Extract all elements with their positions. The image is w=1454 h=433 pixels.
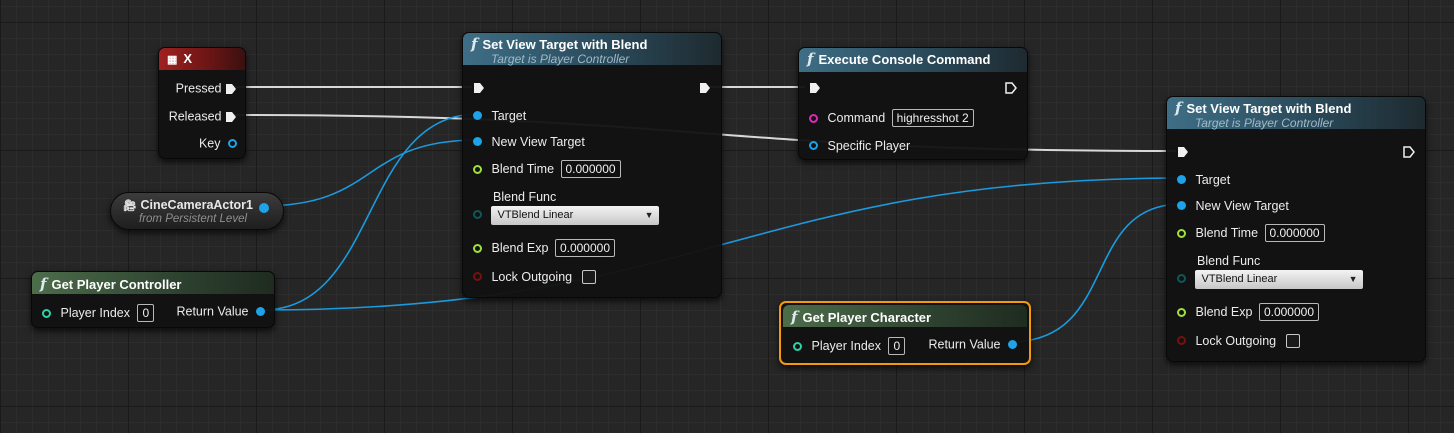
object-in-pin[interactable] bbox=[809, 141, 818, 151]
exec-out-icon[interactable] bbox=[225, 111, 237, 123]
enum-pin-icon[interactable] bbox=[1177, 274, 1186, 284]
key-pin[interactable]: Key bbox=[199, 136, 237, 151]
blend-func-pin[interactable]: VTBlend Linear ▼ bbox=[473, 206, 660, 225]
blend-exp-input[interactable]: 0.000000 bbox=[1258, 303, 1320, 321]
float-pin-icon[interactable] bbox=[473, 164, 482, 174]
chevron-down-icon: ▼ bbox=[1348, 274, 1358, 284]
exec-out-icon[interactable] bbox=[1005, 82, 1017, 94]
float-pin-icon[interactable] bbox=[473, 243, 482, 253]
lock-outgoing-pin[interactable]: Lock Outgoing bbox=[1177, 333, 1300, 348]
blend-func-dropdown[interactable]: VTBlend Linear ▼ bbox=[491, 206, 660, 225]
bool-pin-icon[interactable] bbox=[1177, 336, 1186, 346]
exec-in-icon[interactable] bbox=[1177, 146, 1189, 158]
get-player-controller-header: f Get Player Controller bbox=[32, 272, 274, 294]
key-event-header: ▦ X bbox=[159, 48, 245, 70]
chevron-down-icon: ▼ bbox=[644, 210, 654, 220]
exec-in-icon[interactable] bbox=[473, 82, 485, 94]
set-view-target-node-1[interactable]: f Set View Target with Blend Target is Pl… bbox=[462, 32, 722, 298]
node-subtitle: Target is Player Controller bbox=[1195, 116, 1334, 130]
node-title: Get Player Controller bbox=[51, 277, 182, 292]
get-player-character-node[interactable]: f Get Player Character Player Index 0 Ret… bbox=[779, 301, 1031, 365]
function-icon: f bbox=[471, 35, 478, 53]
enum-pin-icon[interactable] bbox=[473, 210, 482, 220]
wire-controller-to-target1[interactable] bbox=[261, 113, 479, 311]
target-pin[interactable]: Target bbox=[473, 108, 526, 123]
command-pin[interactable]: Command highresshot 2 bbox=[809, 109, 974, 127]
execute-console-command-node[interactable]: f Execute Console Command Command highres… bbox=[798, 47, 1028, 160]
set-view-target-node-2[interactable]: f Set View Target with Blend Target is Pl… bbox=[1166, 96, 1426, 362]
target-pin[interactable]: Target bbox=[1177, 172, 1230, 187]
lock-outgoing-checkbox[interactable] bbox=[581, 269, 596, 284]
node-title: Set View Target with Blend bbox=[482, 37, 648, 52]
blend-time-pin[interactable]: Blend Time 0.000000 bbox=[473, 160, 621, 178]
player-index-pin[interactable]: Player Index 0 bbox=[793, 337, 906, 355]
blend-func-dropdown[interactable]: VTBlend Linear ▼ bbox=[1195, 270, 1364, 289]
object-in-pin[interactable] bbox=[1177, 201, 1186, 211]
object-in-pin[interactable] bbox=[473, 137, 482, 147]
exec-out-icon[interactable] bbox=[1403, 146, 1415, 158]
node-title: Set View Target with Blend bbox=[1186, 101, 1352, 116]
released-pin[interactable]: Released bbox=[169, 109, 237, 124]
blend-func-label: Blend Func bbox=[493, 190, 557, 204]
int-pin-icon[interactable] bbox=[42, 308, 51, 318]
blend-func-label: Blend Func bbox=[1197, 254, 1261, 268]
exec-out-icon[interactable] bbox=[699, 82, 711, 94]
exec-out-icon[interactable] bbox=[225, 83, 237, 95]
object-in-pin[interactable] bbox=[1177, 175, 1186, 185]
new-view-target-pin[interactable]: New View Target bbox=[1177, 198, 1289, 213]
camera-actor-title: CineCameraActor1 bbox=[140, 198, 253, 212]
lock-outgoing-checkbox[interactable] bbox=[1285, 333, 1300, 348]
object-in-pin[interactable] bbox=[473, 111, 482, 121]
struct-pin-icon[interactable] bbox=[228, 139, 237, 149]
object-out-pin[interactable] bbox=[1008, 340, 1017, 350]
return-value-pin[interactable]: Return Value bbox=[176, 304, 265, 319]
specific-player-pin[interactable]: Specific Player bbox=[809, 138, 910, 153]
player-index-pin[interactable]: Player Index 0 bbox=[42, 304, 155, 322]
return-value-pin[interactable]: Return Value bbox=[928, 337, 1017, 352]
node-title: Execute Console Command bbox=[818, 52, 991, 67]
camera-icon: 🎥︎ bbox=[123, 200, 137, 212]
blend-exp-pin[interactable]: Blend Exp 0.000000 bbox=[473, 239, 616, 257]
float-pin-icon[interactable] bbox=[1177, 307, 1186, 317]
console-command-header: f Execute Console Command bbox=[799, 48, 1027, 72]
set-view-target-header: f Set View Target with Blend Target is Pl… bbox=[1167, 97, 1425, 130]
blend-exp-pin[interactable]: Blend Exp 0.000000 bbox=[1177, 303, 1320, 321]
blend-time-input[interactable]: 0.000000 bbox=[1264, 224, 1325, 242]
get-player-controller-node[interactable]: f Get Player Controller Player Index 0 Re… bbox=[31, 271, 275, 328]
float-pin-icon[interactable] bbox=[1177, 228, 1186, 238]
pressed-pin[interactable]: Pressed bbox=[176, 81, 237, 96]
wire-character-to-newview2[interactable] bbox=[1009, 203, 1183, 343]
bool-pin-icon[interactable] bbox=[473, 272, 482, 282]
string-pin-icon[interactable] bbox=[809, 113, 818, 123]
new-view-target-pin[interactable]: New View Target bbox=[473, 134, 585, 149]
keyboard-icon: ▦ bbox=[167, 54, 178, 66]
lock-outgoing-pin[interactable]: Lock Outgoing bbox=[473, 269, 596, 284]
exec-in-icon[interactable] bbox=[809, 82, 821, 94]
function-icon: f bbox=[1175, 99, 1182, 117]
function-icon: f bbox=[791, 308, 798, 326]
blend-time-input[interactable]: 0.000000 bbox=[560, 160, 621, 178]
set-view-target-header: f Set View Target with Blend Target is Pl… bbox=[463, 33, 721, 66]
blend-func-pin[interactable]: VTBlend Linear ▼ bbox=[1177, 270, 1364, 289]
int-pin-icon[interactable] bbox=[793, 341, 802, 351]
node-title: Get Player Character bbox=[802, 310, 932, 325]
node-subtitle: Target is Player Controller bbox=[491, 52, 630, 66]
blend-time-pin[interactable]: Blend Time 0.000000 bbox=[1177, 224, 1325, 242]
get-player-character-header: f Get Player Character bbox=[783, 305, 1027, 327]
function-icon: f bbox=[40, 275, 47, 293]
player-index-input[interactable]: 0 bbox=[137, 304, 155, 322]
wire-camera-to-newview1[interactable] bbox=[261, 139, 479, 207]
blend-exp-input[interactable]: 0.000000 bbox=[554, 239, 616, 257]
function-icon: f bbox=[807, 50, 814, 68]
camera-actor-node[interactable]: 🎥︎ CineCameraActor1 from Persistent Leve… bbox=[110, 192, 284, 230]
object-out-pin[interactable] bbox=[256, 307, 265, 317]
key-event-node[interactable]: ▦ X Pressed Released Key bbox=[158, 47, 246, 159]
camera-actor-subtitle: from Persistent Level bbox=[139, 213, 248, 225]
object-out-pin[interactable] bbox=[259, 203, 269, 213]
command-input[interactable]: highresshot 2 bbox=[891, 109, 974, 127]
wire-controller-to-target2[interactable] bbox=[261, 177, 1183, 311]
key-event-title: X bbox=[183, 51, 193, 66]
player-index-input[interactable]: 0 bbox=[888, 337, 906, 355]
